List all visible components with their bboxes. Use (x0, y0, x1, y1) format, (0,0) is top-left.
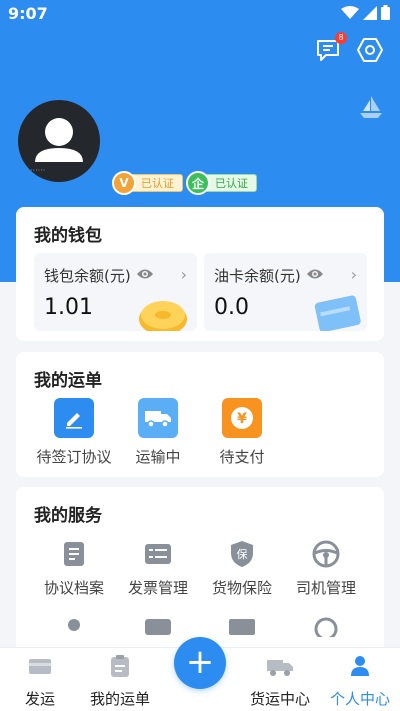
wallet-balance-value: 1.01 (44, 295, 93, 320)
wallet-balance-box[interactable]: 钱包余额(元) › 1.01 (34, 253, 197, 331)
svg-text:保: 保 (237, 547, 248, 561)
wallet-balance-label: 钱包余额(元) (44, 267, 131, 285)
chevron-right-icon: › (350, 265, 357, 284)
steering-wheel-icon (311, 539, 341, 569)
service-label: 协议档案 (43, 579, 104, 597)
sailboat-icon (360, 96, 382, 118)
truck-icon (267, 660, 293, 676)
mail-icon (229, 619, 255, 635)
order-label: 待支付 (219, 448, 265, 466)
settings-icon (357, 38, 383, 62)
pen-icon (54, 398, 94, 438)
settings-button[interactable] (356, 36, 384, 68)
svg-text:¥: ¥ (237, 411, 247, 427)
v-badge-icon: V (112, 171, 136, 195)
tab-personal-center[interactable]: 个人中心 (320, 654, 400, 709)
enterprise-certification-badge: 企 已认证 (186, 171, 257, 195)
service-invoice-management[interactable]: 发票管理 (116, 539, 200, 598)
clipboard-icon (111, 655, 129, 677)
tab-label: 我的运单 (89, 690, 150, 708)
fuel-card-balance-box[interactable]: 油卡余额(元) › 0.0 (204, 253, 367, 331)
circle-icon (314, 617, 338, 637)
wifi-icon (341, 5, 359, 19)
shield-icon: 保 (227, 539, 257, 569)
services-title: 我的服务 (34, 506, 102, 526)
location-icon (68, 619, 80, 631)
ship-icon (29, 659, 51, 674)
service-cargo-insurance[interactable]: 保 货物保险 (200, 539, 284, 598)
service-driver-management[interactable]: 司机管理 (284, 539, 368, 598)
truck-icon (138, 398, 178, 438)
yen-icon: ¥ (222, 398, 262, 438)
order-in-transit[interactable]: 运输中 (116, 398, 200, 467)
tab-label: 货运中心 (249, 690, 310, 708)
certification-label: 已认证 (204, 174, 257, 192)
service-label: 货物保险 (211, 579, 272, 597)
personal-certification-badge: V 已认证 (112, 171, 183, 195)
tab-label: 个人中心 (329, 690, 390, 708)
wallet-card: 我的钱包 钱包余额(元) › 1.01 油卡余额(元) › 0.0 (16, 207, 384, 341)
signal-icon (363, 5, 377, 20)
invoice-icon (143, 539, 173, 569)
messages-button[interactable]: 8 (314, 32, 347, 64)
tab-label: 发运 (24, 690, 55, 708)
service-label: 司机管理 (295, 579, 356, 597)
battery-icon (381, 5, 390, 20)
header-actions: 8 (314, 32, 384, 68)
chevron-right-icon: › (180, 265, 187, 284)
avatar-caption: ······ (30, 166, 46, 175)
fuel-card-icon (314, 295, 361, 331)
tab-freight-center[interactable]: 货运中心 (240, 654, 320, 709)
status-icons (341, 5, 390, 20)
certification-label: 已认证 (130, 174, 183, 192)
orders-card: 我的运单 待签订协议 运输中 ¥ 待支付 (16, 352, 384, 477)
tab-my-orders[interactable]: 我的运单 (80, 654, 160, 709)
status-time: 9:07 (8, 4, 48, 23)
status-bar: 9:07 (0, 0, 400, 28)
service-agreement-archive[interactable]: 协议档案 (32, 539, 116, 598)
enterprise-badge-icon: 企 (186, 171, 210, 195)
tab-ship[interactable]: 发运 (0, 654, 80, 709)
add-button[interactable]: + (174, 637, 226, 689)
order-label: 待签订协议 (36, 448, 112, 466)
service-label: 发票管理 (127, 579, 188, 597)
services-card: 我的服务 协议档案 发票管理 保 货物保险 司机管理 (16, 487, 384, 657)
person-icon (351, 656, 369, 676)
eye-icon[interactable] (306, 267, 324, 281)
wallet-title: 我的钱包 (34, 226, 102, 246)
coin-icon (139, 301, 187, 331)
card-icon (145, 619, 171, 635)
eye-icon[interactable] (136, 267, 154, 281)
order-label: 运输中 (135, 448, 181, 466)
fuel-card-balance-label: 油卡余额(元) (214, 267, 301, 285)
order-pending-agreement[interactable]: 待签订协议 (32, 398, 116, 467)
orders-title: 我的运单 (34, 371, 102, 391)
fuel-card-balance-value: 0.0 (214, 295, 249, 320)
order-pending-payment[interactable]: ¥ 待支付 (200, 398, 284, 467)
document-icon (59, 539, 89, 569)
message-badge: 8 (335, 32, 347, 44)
